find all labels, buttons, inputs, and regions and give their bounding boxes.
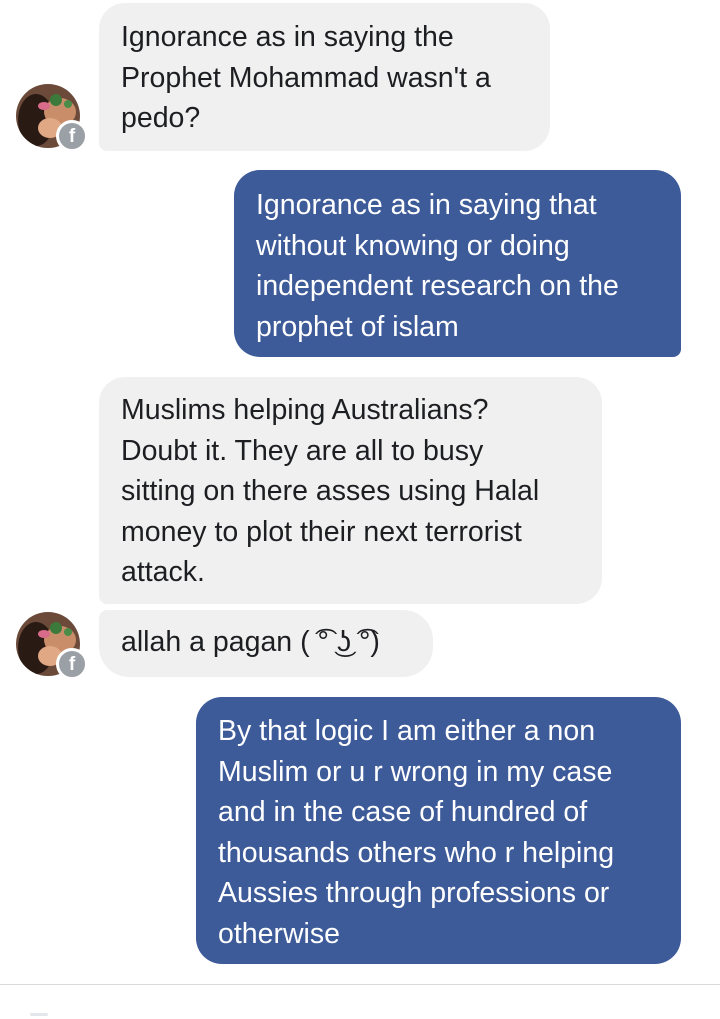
contact-avatar[interactable]: f <box>16 84 88 152</box>
contact-avatar[interactable]: f <box>16 612 88 680</box>
incoming-message-bubble[interactable]: Ignorance as in saying the Prophet Moham… <box>99 3 550 151</box>
outgoing-message-bubble[interactable]: Ignorance as in saying that without know… <box>234 170 681 357</box>
incoming-message-bubble[interactable]: Muslims helping Australians? Doubt it. T… <box>99 377 602 604</box>
composer-edge <box>30 1013 48 1016</box>
facebook-icon: f <box>56 648 88 680</box>
message-composer[interactable] <box>0 985 720 1019</box>
outgoing-message-bubble[interactable]: By that logic I am either a non Muslim o… <box>196 697 681 964</box>
incoming-message-bubble[interactable]: allah a pagan ( ͡° ͜ʖ ͡°) <box>99 610 433 677</box>
facebook-icon: f <box>56 120 88 152</box>
message-thread: Ignorance as in saying the Prophet Moham… <box>0 0 720 985</box>
